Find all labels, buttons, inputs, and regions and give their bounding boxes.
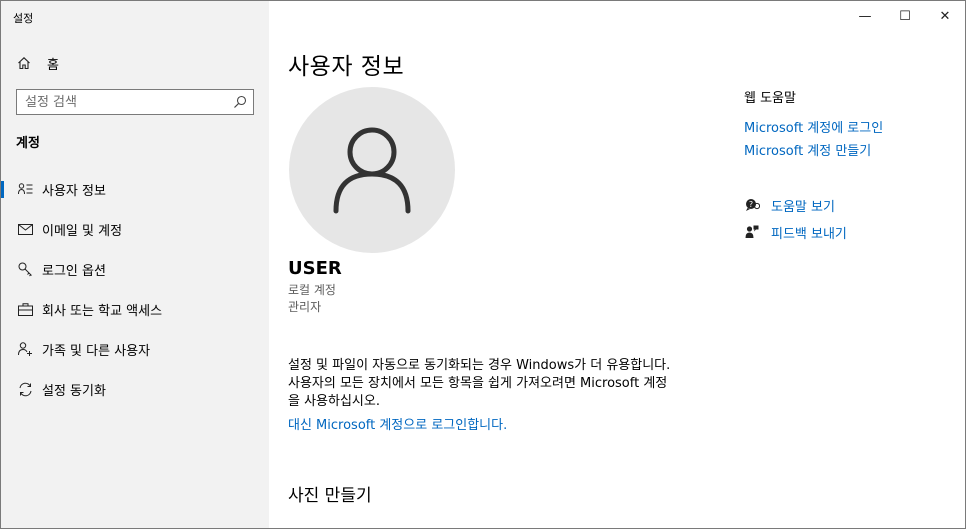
minimize-button[interactable]: —: [845, 1, 885, 31]
section-title: 계정: [16, 136, 40, 151]
feedback-icon: [744, 225, 760, 239]
send-feedback-link[interactable]: 피드백 보내기: [744, 222, 847, 242]
get-help-link[interactable]: ? 도움말 보기: [744, 195, 835, 215]
user-name: USER: [288, 258, 342, 279]
settings-window: 설정 홈 계정: [0, 0, 966, 529]
home-label: 홈: [47, 57, 59, 73]
key-icon: [17, 261, 33, 277]
get-help-label: 도움말 보기: [771, 199, 835, 215]
sidebar-item-label: 회사 또는 학교 액세스: [42, 303, 163, 319]
user-info-icon: [17, 181, 33, 197]
mail-icon: [17, 221, 33, 237]
main-content: 사용자 정보 USER 로컬 계정 관리자 설정 및 파일이 자동으로 동기화되…: [269, 1, 965, 528]
search-input[interactable]: [25, 93, 225, 111]
user-role: 관리자: [288, 300, 322, 314]
web-help-title: 웹 도움말: [744, 91, 796, 106]
close-button[interactable]: ✕: [925, 1, 965, 31]
avatar: [289, 87, 455, 253]
user-avatar-icon: [333, 127, 411, 214]
svg-text:?: ?: [748, 200, 752, 209]
home-nav-item[interactable]: 홈: [17, 53, 59, 73]
search-box[interactable]: [16, 89, 254, 115]
account-type: 로컬 계정: [288, 283, 336, 297]
search-icon[interactable]: [233, 95, 247, 109]
sidebar-item-email-accounts[interactable]: 이메일 및 계정: [1, 209, 269, 249]
sidebar-item-label: 로그인 옵션: [42, 263, 106, 279]
briefcase-icon: [17, 301, 33, 317]
sidebar-item-label: 가족 및 다른 사용자: [42, 343, 151, 359]
window-controls: — ☐ ✕: [845, 1, 965, 31]
sidebar-item-label: 설정 동기화: [42, 383, 106, 399]
maximize-button[interactable]: ☐: [885, 1, 925, 31]
send-feedback-label: 피드백 보내기: [771, 226, 847, 242]
ms-create-account-link[interactable]: Microsoft 계정 만들기: [744, 140, 871, 159]
sidebar-item-user-info[interactable]: 사용자 정보: [1, 169, 269, 209]
sidebar-item-sync-settings[interactable]: 설정 동기화: [1, 369, 269, 409]
sync-description: 설정 및 파일이 자동으로 동기화되는 경우 Windows가 더 유용합니다.…: [288, 358, 671, 409]
add-user-icon: [17, 341, 33, 357]
page-title: 사용자 정보: [288, 54, 405, 80]
ms-account-signin-link[interactable]: 대신 Microsoft 계정으로 로그인합니다.: [288, 414, 507, 433]
sidebar-item-label: 사용자 정보: [42, 183, 106, 199]
sync-icon: [17, 381, 33, 397]
sidebar-item-label: 이메일 및 계정: [42, 223, 123, 239]
sidebar-item-family-users[interactable]: 가족 및 다른 사용자: [1, 329, 269, 369]
home-icon: [18, 57, 30, 70]
app-title: 설정: [13, 12, 34, 25]
sidebar: 설정 홈 계정: [1, 1, 269, 528]
sidebar-item-signin-options[interactable]: 로그인 옵션: [1, 249, 269, 289]
photo-section-title: 사진 만들기: [288, 486, 372, 506]
sidebar-nav: 사용자 정보 이메일 및 계정 로그인 옵션 회사 또는 학교 액세스 가족 및…: [1, 169, 269, 409]
ms-signin-help-link[interactable]: Microsoft 계정에 로그인: [744, 117, 883, 136]
sidebar-item-work-school[interactable]: 회사 또는 학교 액세스: [1, 289, 269, 329]
help-chat-icon: ?: [744, 198, 760, 212]
